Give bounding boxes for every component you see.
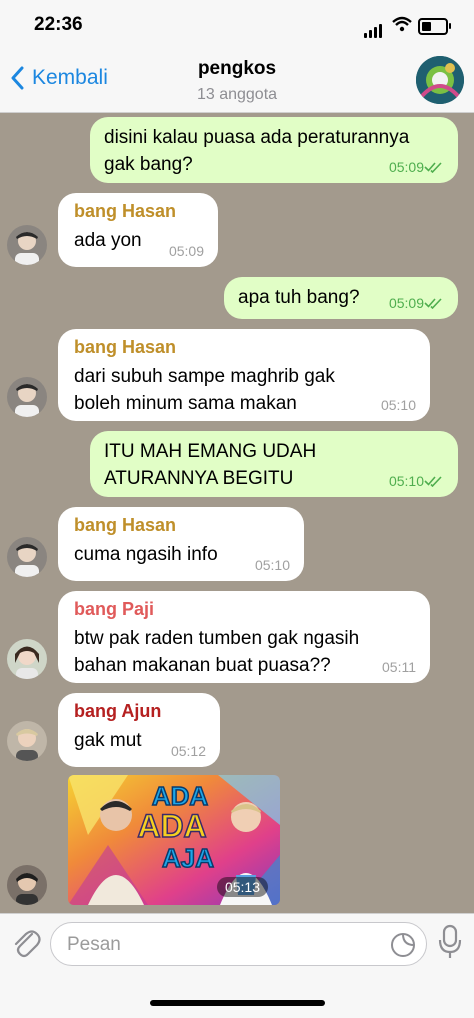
message-input[interactable] xyxy=(65,933,369,957)
media-message[interactable]: ADA ADA AJA 05:13 xyxy=(68,775,280,905)
sender-name: bang Hasan xyxy=(74,337,177,357)
message-incoming[interactable]: bang Ajun gak mut 05:12 xyxy=(58,693,220,767)
message-time: 05:11 xyxy=(382,659,416,675)
message-incoming[interactable]: bang Hasan cuma ngasih info 05:10 xyxy=(58,507,304,581)
wifi-icon xyxy=(392,16,412,37)
status-time: 22:36 xyxy=(34,14,83,35)
message-incoming[interactable]: bang Paji btw pak raden tumben gak ngasi… xyxy=(58,591,430,683)
signal-icon xyxy=(364,20,384,38)
message-text: dari subuh sampe maghrib gak boleh minum… xyxy=(74,366,335,414)
member-count: 13 anggota xyxy=(196,86,278,103)
battery-icon xyxy=(418,18,451,35)
message-time: 05:09 xyxy=(388,295,424,311)
double-check-icon xyxy=(424,476,442,487)
media-time: 05:13 xyxy=(216,877,268,897)
avatar-bang-ajun[interactable] xyxy=(7,721,47,761)
media-logo-word-3: AJA xyxy=(162,843,214,873)
avatar-media-sender[interactable] xyxy=(7,865,47,905)
sender-name: bang Hasan xyxy=(74,201,177,221)
attach-icon[interactable] xyxy=(10,926,42,965)
sticker-icon[interactable] xyxy=(390,932,416,963)
message-time: 05:12 xyxy=(170,743,206,759)
message-outgoing[interactable]: disini kalau puasa ada peraturannya gak … xyxy=(90,117,458,183)
message-outgoing[interactable]: ITU MAH EMANG UDAH ATURANNYA BEGITU 05:1… xyxy=(90,431,458,497)
message-time: 05:10 xyxy=(380,397,416,413)
media-logo-word-2: ADA xyxy=(137,808,206,844)
microphone-icon[interactable] xyxy=(438,924,462,965)
avatar-bang-hasan[interactable] xyxy=(7,537,47,577)
chat-header: Kembali pengkos 13 anggota xyxy=(0,50,474,113)
message-incoming[interactable]: bang Hasan ada yon 05:09 xyxy=(58,193,218,267)
message-time: 05:10 xyxy=(254,557,290,573)
status-bar: 22:36 xyxy=(0,0,474,50)
sender-name: bang Hasan xyxy=(74,515,177,535)
avatar-bang-paji[interactable] xyxy=(7,639,47,679)
home-indicator xyxy=(150,1000,325,1006)
sender-name: bang Ajun xyxy=(74,701,162,721)
chat-area[interactable]: disini kalau puasa ada peraturannya gak … xyxy=(0,113,474,913)
message-time: 05:09 xyxy=(388,159,424,175)
sender-name: bang Paji xyxy=(74,599,155,619)
composer-bar xyxy=(0,913,474,1018)
message-text: btw pak raden tumben gak ngasih bahan ma… xyxy=(74,628,360,676)
avatar-bang-hasan[interactable] xyxy=(7,225,47,265)
message-outgoing[interactable]: apa tuh bang? 05:09 xyxy=(224,277,458,319)
chat-title[interactable]: pengkos xyxy=(0,58,474,80)
message-time: 05:10 xyxy=(388,473,424,489)
group-avatar[interactable] xyxy=(416,56,464,104)
double-check-icon xyxy=(424,162,442,173)
message-field[interactable] xyxy=(50,922,427,966)
message-time: 05:09 xyxy=(168,243,204,259)
double-check-icon xyxy=(424,298,442,309)
avatar-bang-hasan[interactable] xyxy=(7,377,47,417)
message-incoming[interactable]: bang Hasan dari subuh sampe maghrib gak … xyxy=(58,329,430,421)
media-logo-word-1: ADA xyxy=(152,781,209,811)
